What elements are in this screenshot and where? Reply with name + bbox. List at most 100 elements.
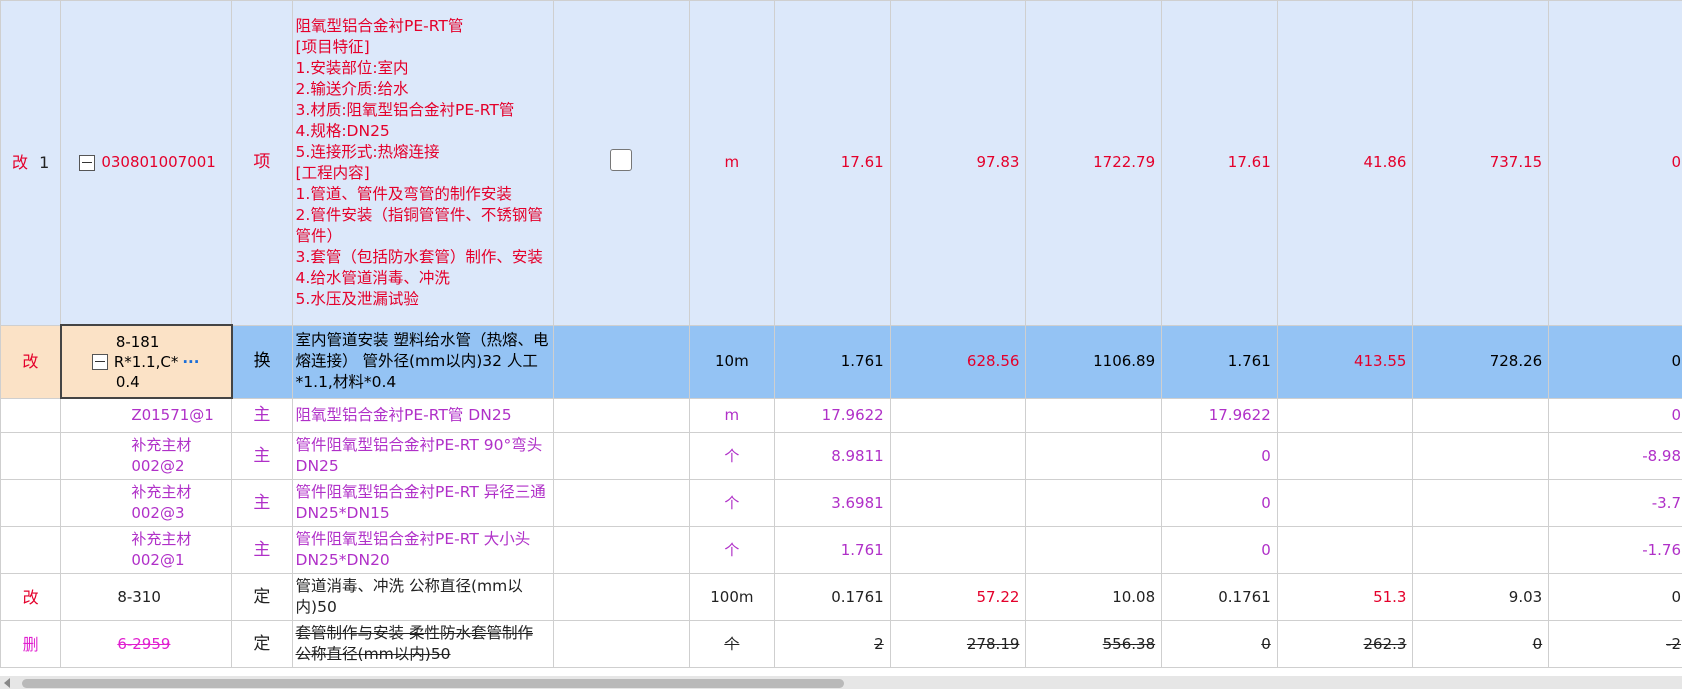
item-code: 030801007001 <box>101 153 216 171</box>
value-cell: 3.6981 <box>774 479 891 527</box>
more-button[interactable]: ··· <box>182 353 199 371</box>
value-cell: 728.26 <box>1412 324 1550 399</box>
unit-cell: m <box>688 0 776 326</box>
type-cell: 定 <box>231 620 293 668</box>
minus-square-icon[interactable] <box>79 154 96 171</box>
value-cell: 556.38 <box>1025 620 1163 668</box>
code-cell[interactable]: 6-2959 <box>60 620 233 668</box>
value-cell: -1.76 <box>1548 526 1682 574</box>
value-cell: 1106.89 <box>1025 324 1163 399</box>
value-cell <box>1412 479 1550 527</box>
row-number: 1 <box>39 153 50 173</box>
code-cell[interactable]: 补充主材 002@1 <box>60 526 233 574</box>
value-cell <box>889 397 1027 433</box>
value-cell: 1.761 <box>774 324 891 399</box>
empty-cell <box>552 573 690 621</box>
scroll-left-arrow-icon[interactable] <box>4 678 10 688</box>
budget-table: 改 1 030801007001 项 阻氧型铝合金衬PE-RT管 [项目特征] … <box>0 0 1682 668</box>
checkbox-icon[interactable] <box>610 148 633 171</box>
table-row-deleted[interactable]: 删 6-2959 定 套管制作与安装 柔性防水套管制作 公称直径(mm以内)50… <box>0 620 1682 668</box>
table-row[interactable]: 改 1 030801007001 项 阻氧型铝合金衬PE-RT管 [项目特征] … <box>0 0 1682 326</box>
description-cell: 阻氧型铝合金衬PE-RT管 [项目特征] 1.安装部位:室内 2.输送介质:给水… <box>291 0 554 326</box>
description-cell: 阻氧型铝合金衬PE-RT管 DN25 <box>291 397 554 433</box>
value-cell <box>1276 479 1414 527</box>
value-cell: -8.98 <box>1548 432 1682 480</box>
value-cell <box>1412 526 1550 574</box>
checkbox-cell[interactable] <box>552 0 690 326</box>
type-cell: 定 <box>231 573 293 621</box>
value-cell: -3.7 <box>1548 479 1682 527</box>
value-cell: 0 <box>1412 620 1550 668</box>
value-cell <box>889 479 1027 527</box>
code-cell[interactable]: 补充主材 002@2 <box>60 432 233 480</box>
description-cell: 室内管道安装 塑料给水管（热熔、电熔连接） 管外径(mm以内)32 人工*1.1… <box>291 324 554 399</box>
value-cell <box>1412 432 1550 480</box>
value-cell: 0 <box>1548 397 1682 433</box>
description-cell: 管道消毒、冲洗 公称直径(mm以内)50 <box>291 573 554 621</box>
table-row[interactable]: 补充主材 002@1 主 管件阻氧型铝合金衬PE-RT 大小头 DN25*DN2… <box>0 526 1682 574</box>
value-cell: 737.15 <box>1412 0 1550 326</box>
table-row-selected[interactable]: 改 8-181 R*1.1,C* ··· 0.4 换 室内管道安装 塑料给水管（热… <box>0 324 1682 399</box>
value-cell: 97.83 <box>889 0 1027 326</box>
value-cell: 17.9622 <box>1161 397 1278 433</box>
unit-cell: m <box>688 397 776 433</box>
type-cell: 项 <box>231 0 293 326</box>
value-cell: 0 <box>1548 324 1682 399</box>
value-cell: 0 <box>1161 526 1278 574</box>
row-mark-cell: 改 <box>0 324 62 399</box>
code-edit-cell[interactable]: 8-181 R*1.1,C* ··· 0.4 <box>59 324 233 399</box>
value-cell: 2 <box>774 620 891 668</box>
value-cell: 0 <box>1548 573 1682 621</box>
description-cell: 套管制作与安装 柔性防水套管制作 公称直径(mm以内)50 <box>291 620 554 668</box>
code-line-2: R*1.1,C* <box>113 352 179 371</box>
empty-cell <box>552 432 690 480</box>
type-cell: 主 <box>231 526 293 574</box>
empty-cell <box>552 324 690 399</box>
code-cell[interactable]: 补充主材 002@3 <box>60 479 233 527</box>
empty-cell <box>552 526 690 574</box>
code-cell[interactable]: 8-310 <box>60 573 233 621</box>
value-cell <box>1025 526 1163 574</box>
value-cell: -2 <box>1548 620 1682 668</box>
value-cell <box>889 432 1027 480</box>
scrollbar-thumb[interactable] <box>22 679 844 688</box>
type-cell: 主 <box>231 397 293 433</box>
description-cell: 管件阻氧型铝合金衬PE-RT 大小头 DN25*DN20 <box>291 526 554 574</box>
value-cell: 8.9811 <box>774 432 891 480</box>
empty-cell <box>552 397 690 433</box>
value-cell: 0.1761 <box>774 573 891 621</box>
description-cell: 管件阻氧型铝合金衬PE-RT 异径三通 DN25*DN15 <box>291 479 554 527</box>
value-cell: 1.761 <box>774 526 891 574</box>
row-mark-cell: 删 <box>0 620 62 668</box>
value-cell: 17.9622 <box>774 397 891 433</box>
minus-square-icon[interactable] <box>91 354 108 370</box>
table-row[interactable]: 补充主材 002@2 主 管件阻氧型铝合金衬PE-RT 90°弯头 DN25 个… <box>0 432 1682 480</box>
row-mark-cell <box>0 397 62 433</box>
table-row[interactable]: 改 8-310 定 管道消毒、冲洗 公称直径(mm以内)50 100m 0.17… <box>0 573 1682 621</box>
description-text: 阻氧型铝合金衬PE-RT管 [项目特征] 1.安装部位:室内 2.输送介质:给水… <box>295 16 543 308</box>
unit-cell: 100m <box>688 573 776 621</box>
value-cell <box>1412 397 1550 433</box>
unit-cell: 个 <box>688 479 776 527</box>
code-cell[interactable]: Z01571@1 <box>60 397 233 433</box>
value-cell <box>889 526 1027 574</box>
value-cell: 57.22 <box>889 573 1027 621</box>
row-mark-cell <box>0 432 62 480</box>
table-row[interactable]: Z01571@1 主 阻氧型铝合金衬PE-RT管 DN25 m 17.9622 … <box>0 397 1682 433</box>
horizontal-scrollbar[interactable] <box>0 676 1682 689</box>
value-cell <box>1025 397 1163 433</box>
table-row[interactable]: 补充主材 002@3 主 管件阻氧型铝合金衬PE-RT 异径三通 DN25*DN… <box>0 479 1682 527</box>
value-cell: 0 <box>1548 0 1682 326</box>
code-cell[interactable]: 030801007001 <box>60 0 233 326</box>
value-cell: 9.03 <box>1412 573 1550 621</box>
row-mark-cell <box>0 479 62 527</box>
value-cell <box>1025 479 1163 527</box>
value-cell: 51.3 <box>1276 573 1414 621</box>
value-cell: 0 <box>1161 620 1278 668</box>
type-cell: 主 <box>231 432 293 480</box>
value-cell <box>1276 432 1414 480</box>
value-cell: 10.08 <box>1025 573 1163 621</box>
value-cell: 0 <box>1161 432 1278 480</box>
value-cell: 0 <box>1161 479 1278 527</box>
unit-cell: 个 <box>688 526 776 574</box>
